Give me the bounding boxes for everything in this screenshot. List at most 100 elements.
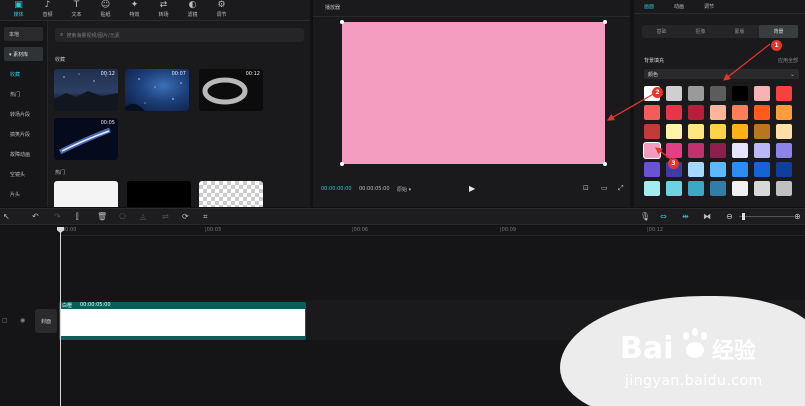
toolbar-transition-button[interactable]: ⇄ 转场 (149, 0, 178, 20)
color-swatch[interactable] (732, 143, 748, 158)
redo-icon[interactable]: ↷ (54, 212, 61, 221)
tab-picture[interactable]: 画面 (644, 0, 674, 13)
sidebar-local-button[interactable]: 本地 (4, 27, 43, 41)
color-swatch[interactable] (688, 105, 704, 120)
color-swatch[interactable] (710, 162, 726, 177)
fullscreen-icon[interactable]: ⤢ (618, 184, 624, 193)
color-swatch[interactable] (754, 105, 770, 120)
color-swatch[interactable] (754, 162, 770, 177)
zoom-slider-handle[interactable] (742, 213, 745, 220)
auto-snap-icon[interactable]: ⇹ (682, 212, 689, 221)
main-track-magnet-icon[interactable]: ⇔ (660, 212, 667, 221)
search-input[interactable]: ⌕ 搜索海量视频/图片/元素 (55, 28, 304, 42)
color-swatch[interactable] (666, 86, 682, 101)
toolbar-media-button[interactable]: ▣ 媒体 (4, 0, 33, 20)
media-thumb-smoke-ring[interactable]: 00:12 (199, 69, 263, 111)
color-swatch[interactable] (710, 86, 726, 101)
color-swatch[interactable] (732, 105, 748, 120)
toolbar-sticker-button[interactable]: ☺ 贴纸 (91, 0, 120, 20)
toolbar-text-button[interactable]: T 文本 (62, 0, 91, 20)
apply-all-button[interactable]: 应用全部 (778, 57, 798, 64)
visibility-icon[interactable]: ◉ (20, 317, 25, 324)
sidebar-item-3[interactable]: 搞笑片段 (0, 124, 47, 144)
color-swatch[interactable] (732, 162, 748, 177)
microphone-icon[interactable]: 🎙 (640, 212, 650, 221)
toolbar-filter-button[interactable]: ◐ 滤镜 (178, 0, 207, 20)
tab-adjust[interactable]: 调节 (704, 0, 734, 13)
sidebar-item-5[interactable]: 空镜头 (0, 164, 47, 184)
sidebar-item-6[interactable]: 片头 (0, 184, 47, 204)
sidebar-item-1[interactable]: 热门 (0, 84, 47, 104)
color-swatch[interactable] (644, 162, 660, 177)
color-swatch[interactable] (666, 181, 682, 196)
linkage-icon[interactable]: ⧓ (703, 212, 711, 221)
color-swatch[interactable] (732, 86, 748, 101)
color-swatch[interactable] (754, 181, 770, 196)
color-swatch[interactable] (644, 181, 660, 196)
resize-handle-top-right[interactable] (603, 20, 607, 24)
color-swatch[interactable] (666, 105, 682, 120)
snapshot-icon[interactable]: ⊡ (583, 184, 589, 192)
play-icon[interactable]: ▶ (469, 184, 475, 193)
color-swatch[interactable] (666, 124, 682, 139)
color-swatch[interactable] (644, 124, 660, 139)
sidebar-library-button[interactable]: ▾ 素材库 (4, 47, 43, 61)
undo-icon[interactable]: ↶ (32, 212, 39, 221)
ratio-dropdown[interactable]: 原始 ▾ (397, 186, 411, 193)
reverse-icon[interactable]: ⇌ (162, 212, 169, 221)
sub-tab-background[interactable]: 背景 (759, 25, 798, 38)
select-cursor-icon[interactable]: ↖ (3, 212, 10, 221)
color-swatch[interactable] (754, 86, 770, 101)
color-swatch[interactable] (688, 181, 704, 196)
color-swatch[interactable] (644, 143, 660, 158)
media-thumb-particle-streak[interactable]: 00:05 (54, 118, 118, 160)
color-swatch[interactable] (776, 143, 792, 158)
media-thumb-galaxy[interactable]: 00:07 (125, 69, 189, 111)
crop-icon[interactable]: ⌗ (203, 212, 208, 222)
lock-track-icon[interactable]: ▢ (2, 317, 8, 324)
color-swatch[interactable] (688, 86, 704, 101)
sub-tab-keying[interactable]: 抠像 (681, 25, 720, 38)
sidebar-item-0[interactable]: 收藏 (0, 64, 47, 84)
color-swatch[interactable] (710, 181, 726, 196)
color-swatch[interactable] (776, 162, 792, 177)
media-thumb-transparent[interactable] (199, 181, 263, 207)
toolbar-adjust-button[interactable]: ⚙ 调节 (207, 0, 236, 20)
color-swatch[interactable] (776, 124, 792, 139)
color-swatch[interactable] (688, 162, 704, 177)
zoom-slider-track[interactable] (739, 216, 794, 217)
color-swatch[interactable] (754, 143, 770, 158)
color-swatch[interactable] (710, 105, 726, 120)
preview-canvas[interactable] (340, 20, 607, 166)
cover-button[interactable]: 封面 (35, 309, 57, 333)
fill-type-select[interactable]: 颜色 ⌄ (644, 69, 799, 79)
sidebar-item-4[interactable]: 故障动画 (0, 144, 47, 164)
color-swatch[interactable] (776, 86, 792, 101)
resize-handle-bottom-left[interactable] (340, 162, 344, 166)
delete-icon[interactable]: 🗑 (97, 212, 107, 221)
toolbar-audio-button[interactable]: ♪ 音频 (33, 0, 62, 20)
color-swatch[interactable] (776, 105, 792, 120)
color-swatch[interactable] (644, 105, 660, 120)
split-icon[interactable]: ⫿ (76, 212, 79, 222)
color-swatch[interactable] (666, 143, 682, 158)
playhead[interactable] (60, 227, 61, 406)
resize-handle-bottom-right[interactable] (603, 162, 607, 166)
sidebar-item-2[interactable]: 转场片段 (0, 104, 47, 124)
media-thumb-starry-mountain[interactable]: 00:12 (54, 69, 118, 111)
color-swatch[interactable] (710, 143, 726, 158)
color-swatch[interactable] (688, 124, 704, 139)
color-swatch[interactable] (710, 124, 726, 139)
mirror-icon[interactable]: ◬ (140, 212, 146, 221)
tab-animation[interactable]: 动画 (674, 0, 704, 13)
color-swatch[interactable] (776, 181, 792, 196)
rotate-icon[interactable]: ⟳ (182, 212, 189, 221)
zoom-out-icon[interactable]: ⊖ (726, 212, 733, 221)
sub-tab-mask[interactable]: 蒙版 (720, 25, 759, 38)
color-swatch[interactable] (754, 124, 770, 139)
media-thumb-black[interactable] (127, 181, 191, 207)
color-swatch[interactable] (732, 181, 748, 196)
toolbar-effects-button[interactable]: ✦ 特效 (120, 0, 149, 20)
zoom-in-icon[interactable]: ⊕ (794, 212, 801, 221)
media-thumb-white[interactable] (54, 181, 118, 207)
